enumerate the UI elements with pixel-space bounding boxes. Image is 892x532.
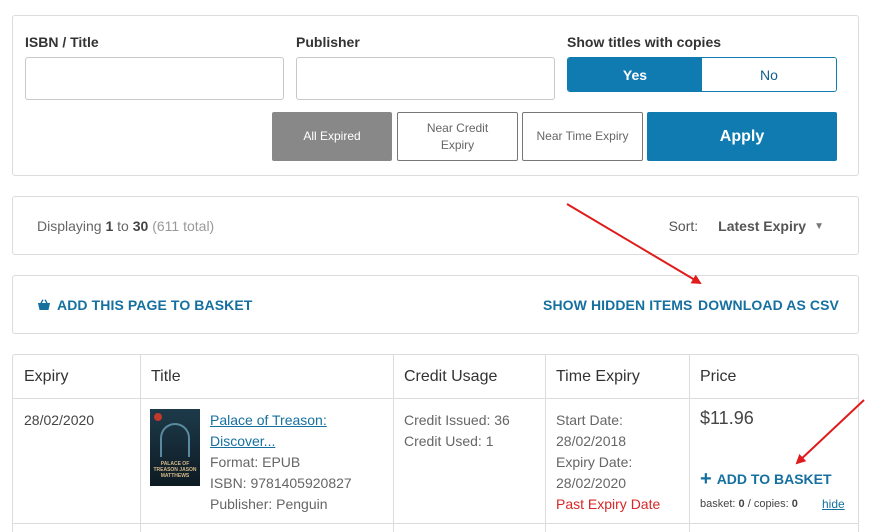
publisher-label: Publisher [296,34,360,50]
credit-used: Credit Used: 1 [404,433,494,449]
start-date: 28/02/2018 [556,433,627,449]
add-to-basket-label: ADD TO BASKET [716,471,832,487]
credit-usage-cell: Credit Issued: 36 Credit Used: 1 [404,410,510,452]
start-date-label: Start Date: [556,412,623,428]
sort-control[interactable]: Sort: Latest Expiry ▼ [669,218,824,234]
isbn-title-label: ISBN / Title [25,34,99,50]
apply-button[interactable]: Apply [647,112,837,161]
displaying-prefix: Displaying [37,218,102,234]
download-csv-link[interactable]: DOWNLOAD AS CSV [698,297,839,313]
copies-toggle: Yes No [567,57,837,92]
header-expiry: Expiry [13,355,140,399]
publisher-badge-icon [154,413,162,421]
sort-label: Sort: [668,218,699,234]
hide-link[interactable]: hide [822,497,845,511]
expiry-date-value: 28/02/2020 [556,475,627,491]
all-expired-button[interactable]: All Expired [272,112,392,161]
results-count: Displaying 1 to 30 (611 total) [37,218,214,234]
title-cell: Palace of Treason: Discover... Format: E… [210,410,352,515]
chevron-down-icon[interactable]: ▼ [814,221,824,232]
near-credit-expiry-button[interactable]: Near Credit Expiry [397,112,518,161]
range-from: 1 [105,218,114,234]
column-divider [140,355,141,532]
show-copies-label: Show titles with copies [567,34,722,50]
basket-icon [38,299,50,310]
copies-label: / copies: [747,498,789,510]
book-publisher: Publisher: Penguin [210,496,328,512]
header-time-expiry: Time Expiry [545,355,689,399]
cover-arch-graphic [160,423,190,457]
book-cover[interactable]: PALACE OF TREASON JASON MATTHEWS [150,409,200,486]
copies-yes-button[interactable]: Yes [568,58,702,91]
add-to-basket-button[interactable]: + ADD TO BASKET [700,468,832,490]
filter-panel: ISBN / Title Publisher Show titles with … [12,15,859,176]
plus-icon: + [700,468,712,490]
book-isbn: ISBN: 9781405920827 [210,475,352,491]
book-format: Format: EPUB [210,454,301,470]
price-value: $11.96 [700,408,754,428]
basket-label: basket: [700,498,736,510]
expiry-date-label: Expiry Date: [556,454,633,470]
sort-value[interactable]: Latest Expiry [718,218,806,234]
near-time-expiry-button[interactable]: Near Time Expiry [522,112,643,161]
copies-count: 0 [791,498,798,510]
isbn-title-input[interactable] [25,57,284,100]
column-divider [393,355,394,532]
past-expiry-status: Past Expiry Date [556,496,661,512]
time-expiry-cell: Start Date: 28/02/2018 Expiry Date: 28/0… [556,410,660,515]
header-credit-usage: Credit Usage [393,355,545,399]
range-to: 30 [132,218,149,234]
expiry-date: 28/02/2020 [24,412,95,428]
add-page-to-basket-button[interactable]: ADD THIS PAGE TO BASKET [37,297,252,313]
row-divider [13,523,858,524]
credit-issued: Credit Issued: 36 [404,412,510,428]
results-table: Expiry Title Credit Usage Time Expiry Pr… [12,354,859,532]
copies-no-button[interactable]: No [702,58,836,91]
publisher-input[interactable] [296,57,555,100]
actions-panel: ADD THIS PAGE TO BASKET SHOW HIDDEN ITEM… [12,275,859,334]
header-price: Price [689,355,859,399]
results-summary-panel: Displaying 1 to 30 (611 total) Sort: Lat… [12,196,859,255]
basket-copies-info: basket: 0 / copies: 0 [700,498,798,510]
range-to-word: to [117,218,129,234]
column-divider [545,355,546,532]
title-link-line1[interactable]: Palace of Treason: [210,410,352,431]
add-page-to-basket-label: ADD THIS PAGE TO BASKET [57,297,253,313]
header-title: Title [140,355,393,399]
basket-count: 0 [738,498,745,510]
title-link-line2[interactable]: Discover... [210,431,352,452]
column-divider [689,355,690,532]
cover-title-text: PALACE OF TREASON JASON MATTHEWS [153,461,197,479]
total-count: (611 total) [152,218,215,234]
show-hidden-items-link[interactable]: SHOW HIDDEN ITEMS [543,297,692,313]
